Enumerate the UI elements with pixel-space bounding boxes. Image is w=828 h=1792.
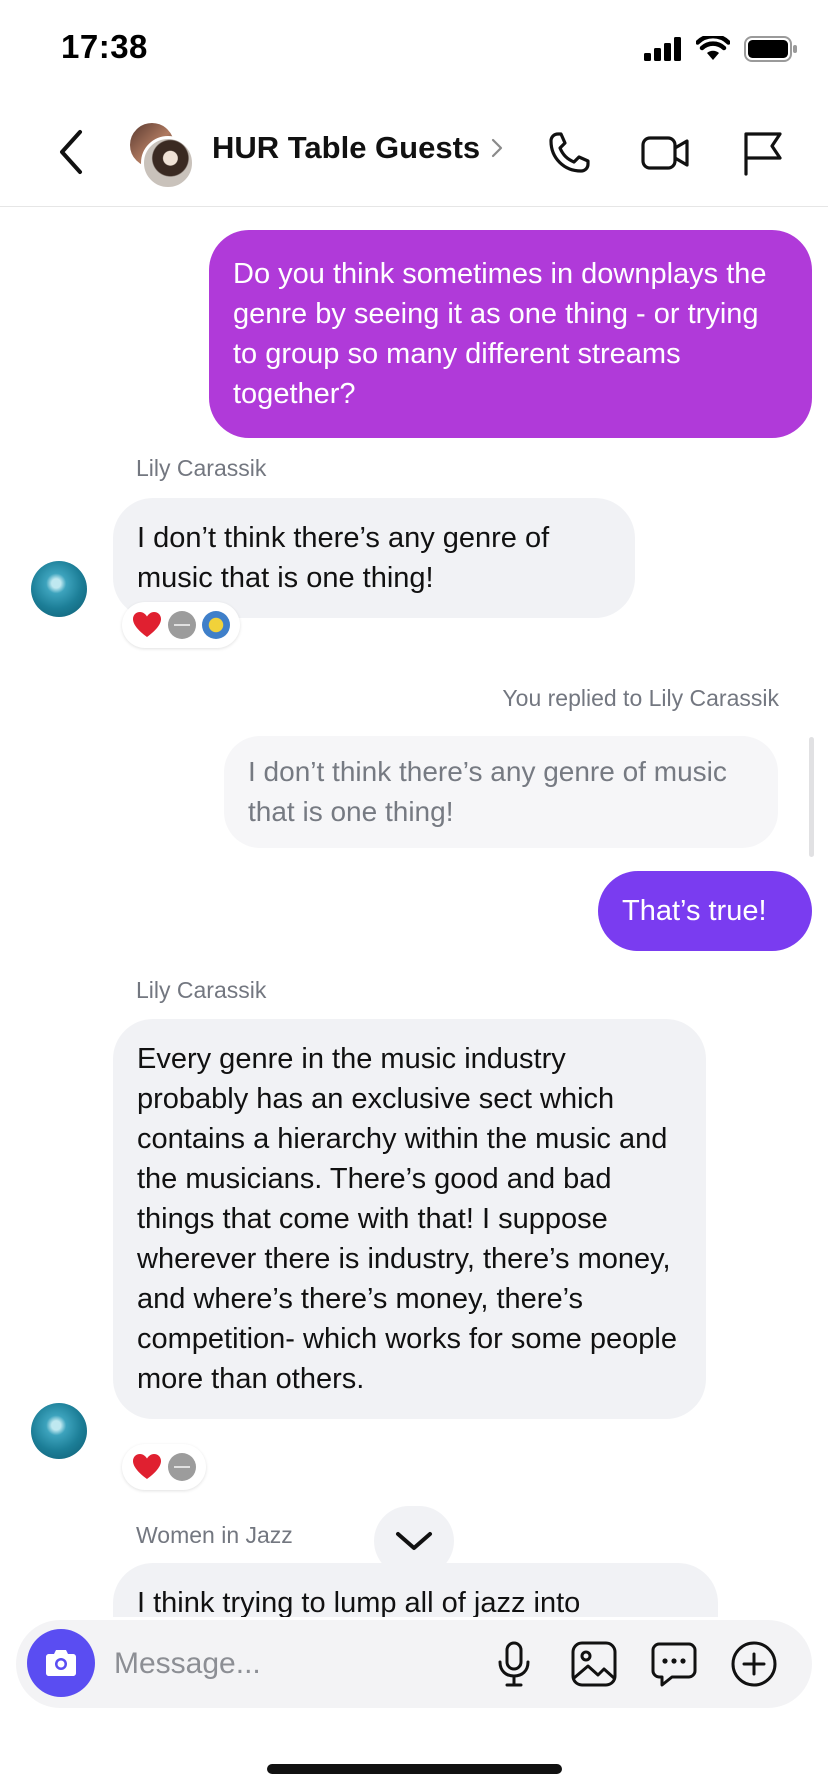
message-text: That’s true! (622, 895, 767, 927)
incoming-message[interactable]: I don’t think there’s any genre of music… (113, 498, 635, 618)
chat-header: HUR Table Guests (0, 100, 828, 207)
wifi-icon (696, 36, 730, 60)
group-avatars[interactable] (127, 120, 195, 190)
add-plus-icon[interactable] (728, 1638, 780, 1690)
status-time: 17:38 (61, 28, 148, 65)
sender-name: Women in Jazz (136, 1522, 293, 1548)
group-avatar-2 (141, 136, 195, 190)
heart-reaction-icon (133, 1454, 161, 1479)
message-text: I don’t think there’s any genre of music… (137, 522, 550, 594)
chat-title: HUR Table Guests (212, 130, 481, 165)
reactor-avatar (202, 611, 230, 639)
cellular-signal-icon (644, 37, 681, 61)
message-reactions[interactable] (122, 602, 240, 648)
message-text: I think trying to lump all of jazz into (137, 1587, 581, 1617)
microphone-icon[interactable] (488, 1638, 540, 1690)
chevron-right-icon (492, 138, 503, 158)
incoming-message[interactable]: Every genre in the music industry probab… (113, 1019, 706, 1419)
scroll-to-bottom-button[interactable] (374, 1506, 454, 1576)
status-icons (644, 36, 798, 62)
chat-bubble-icon[interactable] (648, 1638, 700, 1690)
camera-icon (46, 1650, 76, 1676)
sender-name: Lily Carassik (136, 455, 267, 481)
reactor-avatar (168, 1453, 196, 1481)
camera-button[interactable] (27, 1629, 95, 1697)
video-call-icon[interactable] (640, 128, 690, 178)
phone-call-icon[interactable] (544, 128, 594, 178)
back-chevron-icon[interactable] (50, 126, 94, 178)
battery-icon (744, 36, 797, 62)
photo-gallery-icon[interactable] (568, 1638, 620, 1690)
sender-avatar[interactable] (31, 561, 87, 617)
sender-avatar[interactable] (31, 1403, 87, 1459)
message-reactions[interactable] (122, 1444, 206, 1490)
quoted-text: I don’t think there’s any genre of music… (248, 756, 727, 827)
flag-icon[interactable] (738, 128, 788, 178)
heart-reaction-icon (133, 612, 161, 637)
sender-name: Lily Carassik (136, 977, 267, 1003)
home-indicator[interactable] (267, 1764, 562, 1774)
quoted-message[interactable]: I don’t think there’s any genre of music… (224, 736, 778, 848)
reactor-avatar (168, 611, 196, 639)
scrollbar-thumb[interactable] (809, 737, 814, 857)
outgoing-message[interactable]: That’s true! (598, 871, 812, 951)
message-composer (16, 1620, 812, 1708)
status-bar: 17:38 (0, 0, 828, 100)
outgoing-message[interactable]: Do you think sometimes in downplays the … (209, 230, 812, 438)
chat-title-button[interactable]: HUR Table Guests (212, 130, 504, 166)
message-list[interactable]: Do you think sometimes in downplays the … (0, 207, 828, 1617)
message-text: Do you think sometimes in downplays the … (233, 258, 767, 410)
message-input[interactable] (112, 1640, 416, 1688)
message-text: Every genre in the music industry probab… (137, 1043, 677, 1395)
reply-context-label: You replied to Lily Carassik (502, 685, 779, 711)
chevron-down-icon (396, 1532, 432, 1550)
